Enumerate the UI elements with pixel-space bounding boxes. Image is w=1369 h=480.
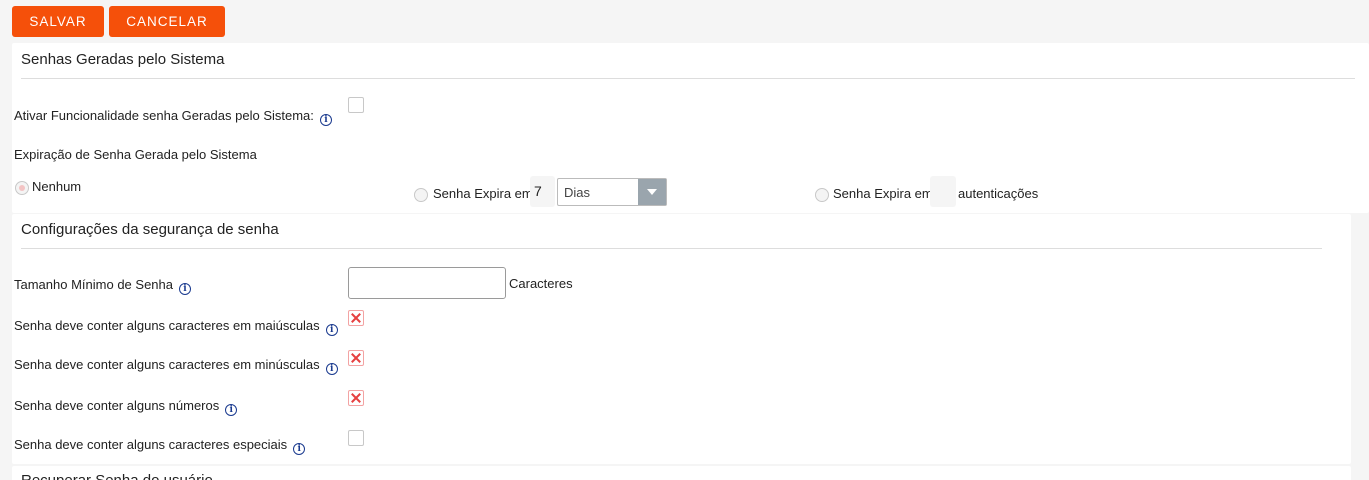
special-label: Senha deve conter alguns caracteres espe…	[14, 437, 306, 455]
panel-title: Senhas Geradas pelo Sistema	[21, 51, 225, 68]
expire-days-input[interactable]: 7	[530, 176, 555, 207]
radio-expire-auth[interactable]	[815, 188, 829, 202]
panel-title: Configurações da segurança de senha	[21, 221, 279, 238]
divider	[21, 248, 1322, 249]
min-length-label: Tamanho Mínimo de Senha i	[14, 277, 191, 295]
radio-expire-auth-label: Senha Expira em	[833, 186, 933, 201]
expire-unit-select[interactable]: Dias	[557, 178, 667, 206]
info-icon[interactable]: i	[293, 443, 306, 455]
divider	[21, 78, 1355, 79]
chevron-down-icon[interactable]	[638, 179, 666, 205]
expire-auth-suffix: autenticações	[958, 186, 1039, 201]
special-checkbox[interactable]	[348, 430, 364, 446]
radio-expire-days[interactable]	[414, 188, 428, 202]
security-panel: Configurações da segurança de senha	[12, 214, 1351, 464]
info-icon[interactable]: i	[325, 363, 338, 375]
recover-panel: Recuperar Senha do usuário	[12, 466, 1351, 480]
expire-auth-input[interactable]	[930, 176, 956, 207]
uppercase-checkbox[interactable]	[348, 310, 364, 326]
radio-none[interactable]	[15, 181, 29, 195]
min-length-suffix: Caracteres	[509, 276, 573, 291]
numbers-label: Senha deve conter alguns números i	[14, 398, 238, 416]
panel-title: Recuperar Senha do usuário	[21, 472, 213, 480]
uppercase-label: Senha deve conter alguns caracteres em m…	[14, 318, 338, 336]
info-icon[interactable]: i	[178, 283, 191, 295]
info-icon[interactable]: i	[225, 404, 238, 416]
numbers-checkbox[interactable]	[348, 390, 364, 406]
radio-expire-days-label: Senha Expira em	[433, 186, 533, 201]
min-length-input[interactable]	[348, 267, 506, 299]
enable-system-passwords-checkbox[interactable]	[348, 97, 364, 113]
system-passwords-panel: Senhas Geradas pelo Sistema	[12, 43, 1369, 213]
cancel-button[interactable]: CANCELAR	[109, 6, 225, 37]
radio-none-label: Nenhum	[32, 179, 82, 194]
expiration-label: Expiração de Senha Gerada pelo Sistema	[14, 147, 257, 162]
info-icon[interactable]: i	[325, 324, 338, 336]
expire-unit-value: Dias	[564, 185, 591, 200]
save-button[interactable]: SALVAR	[12, 6, 104, 37]
info-icon[interactable]: i	[319, 114, 332, 126]
lowercase-label: Senha deve conter alguns caracteres em m…	[14, 357, 338, 375]
lowercase-checkbox[interactable]	[348, 350, 364, 366]
enable-system-passwords-label: Ativar Funcionalidade senha Geradas pelo…	[14, 108, 332, 126]
